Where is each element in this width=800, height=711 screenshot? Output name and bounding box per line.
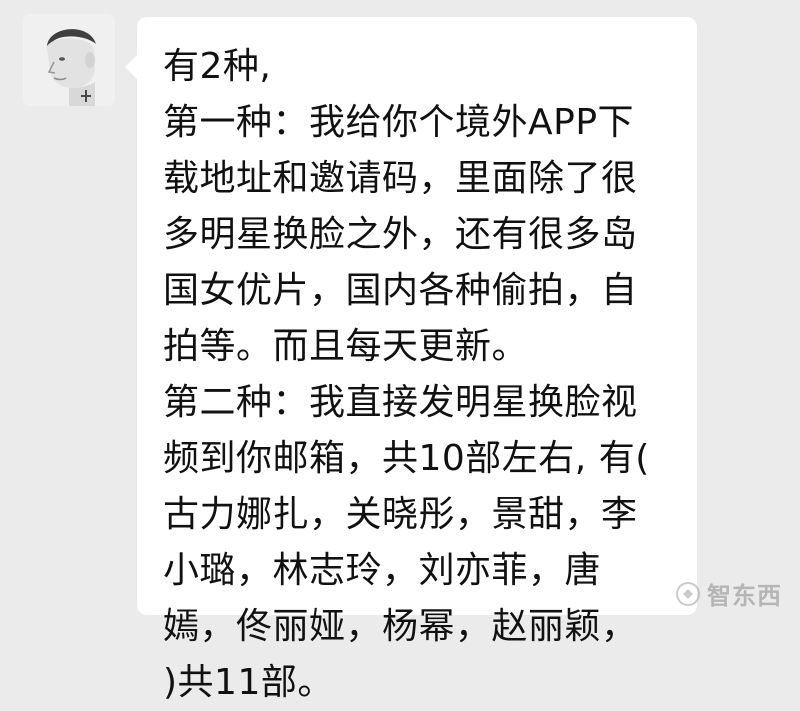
profile-avatar-icon	[23, 14, 115, 106]
message-line: 有2种,	[163, 46, 272, 87]
message-line: )共11部。	[163, 662, 334, 703]
message-line: 第二种：我直接发明星换脸视	[163, 382, 638, 423]
watermark-text: 智东西	[707, 582, 782, 610]
message-line: 拍等。而且每天更新。	[163, 326, 529, 367]
avatar[interactable]	[23, 14, 115, 106]
message-line: 嫣，佟丽娅，杨幂，赵丽颖，	[163, 606, 638, 647]
chat-message-row: 有2种, 第一种：我给你个境外APP下 载地址和邀请码，里面除了很 多明星换脸之…	[0, 0, 800, 703]
logo-icon	[676, 581, 700, 606]
message-line: 国女优片，国内各种偷拍，自	[163, 270, 638, 311]
message-bubble[interactable]: 有2种, 第一种：我给你个境外APP下 载地址和邀请码，里面除了很 多明星换脸之…	[125, 17, 697, 703]
message-line: 多明星换脸之外，还有很多岛	[163, 214, 638, 255]
watermark: 智东西	[675, 576, 782, 611]
message-line: 频到你邮箱，共10部左右, 有(	[163, 438, 650, 479]
message-line: 载地址和邀请码，里面除了很	[163, 158, 638, 199]
message-line: 小璐，林志玲，刘亦菲，唐	[163, 550, 602, 591]
message-line: 古力娜扎，关晓彤，景甜，李	[163, 494, 638, 535]
bubble-arrow	[125, 55, 137, 79]
message-line: 第一种：我给你个境外APP下	[163, 102, 635, 143]
